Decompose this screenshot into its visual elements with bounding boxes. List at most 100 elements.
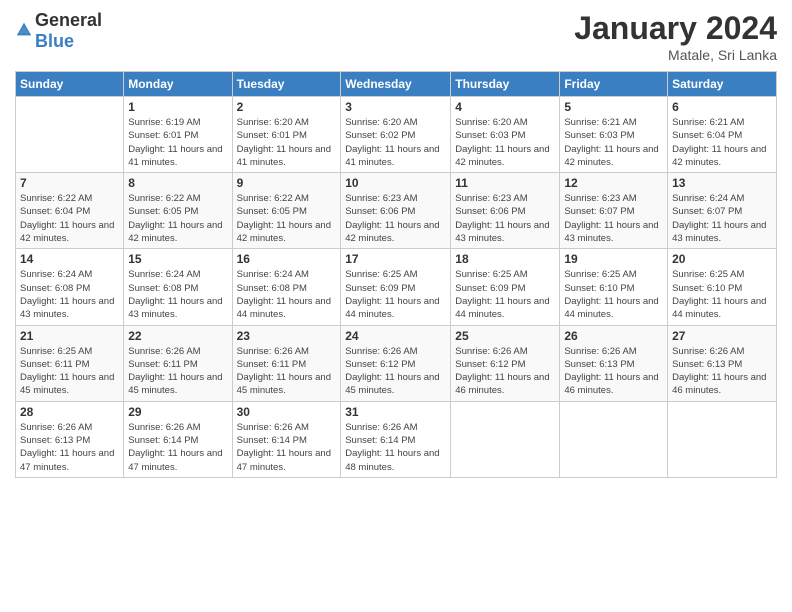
table-row: 5Sunrise: 6:21 AMSunset: 6:03 PMDaylight…: [560, 97, 668, 173]
day-number: 26: [564, 329, 663, 343]
day-info: Sunrise: 6:23 AMSunset: 6:07 PMDaylight:…: [564, 192, 663, 245]
day-number: 10: [345, 176, 446, 190]
table-row: 27 Sunrise: 6:26 AMSunset: 6:13 PMDayligh…: [668, 325, 777, 401]
table-row: 14 Sunrise: 6:24 AMSunset: 6:08 PMDayligh…: [16, 249, 124, 325]
day-number: 30: [237, 405, 337, 419]
table-row: 16 Sunrise: 6:24 AMSunset: 6:08 PMDayligh…: [232, 249, 341, 325]
table-row: 17 Sunrise: 6:25 AMSunset: 6:09 PMDayligh…: [341, 249, 451, 325]
table-row: [668, 401, 777, 477]
day-info: Sunrise: 6:26 AMSunset: 6:11 PMDaylight:…: [237, 345, 337, 398]
day-info: Sunrise: 6:26 AMSunset: 6:14 PMDaylight:…: [128, 421, 227, 474]
day-number: 28: [20, 405, 119, 419]
table-row: 24 Sunrise: 6:26 AMSunset: 6:12 PMDayligh…: [341, 325, 451, 401]
day-number: 24: [345, 329, 446, 343]
day-number: 27: [672, 329, 772, 343]
day-number: 22: [128, 329, 227, 343]
day-info: Sunrise: 6:24 AMSunset: 6:07 PMDaylight:…: [672, 192, 772, 245]
day-info: Sunrise: 6:25 AMSunset: 6:09 PMDaylight:…: [345, 268, 446, 321]
day-info: Sunrise: 6:25 AMSunset: 6:09 PMDaylight:…: [455, 268, 555, 321]
day-number: 23: [237, 329, 337, 343]
day-info: Sunrise: 6:26 AMSunset: 6:11 PMDaylight:…: [128, 345, 227, 398]
calendar-week-row: 7 Sunrise: 6:22 AMSunset: 6:04 PMDaylight…: [16, 173, 777, 249]
day-number: 9: [237, 176, 337, 190]
table-row: 31 Sunrise: 6:26 AMSunset: 6:14 PMDayligh…: [341, 401, 451, 477]
day-number: 4: [455, 100, 555, 114]
calendar-week-row: 21 Sunrise: 6:25 AMSunset: 6:11 PMDayligh…: [16, 325, 777, 401]
table-row: 13 Sunrise: 6:24 AMSunset: 6:07 PMDayligh…: [668, 173, 777, 249]
day-number: 21: [20, 329, 119, 343]
table-row: 6Sunrise: 6:21 AMSunset: 6:04 PMDaylight…: [668, 97, 777, 173]
day-number: 15: [128, 252, 227, 266]
table-row: 28 Sunrise: 6:26 AMSunset: 6:13 PMDayligh…: [16, 401, 124, 477]
header-monday: Monday: [124, 72, 232, 97]
table-row: 22 Sunrise: 6:26 AMSunset: 6:11 PMDayligh…: [124, 325, 232, 401]
day-info: Sunrise: 6:26 AMSunset: 6:13 PMDaylight:…: [672, 345, 772, 398]
day-info: Sunrise: 6:24 AMSunset: 6:08 PMDaylight:…: [128, 268, 227, 321]
day-info: Sunrise: 6:25 AMSunset: 6:10 PMDaylight:…: [564, 268, 663, 321]
table-row: 25Sunrise: 6:26 AMSunset: 6:12 PMDayligh…: [451, 325, 560, 401]
logo: General Blue: [15, 10, 102, 52]
header-wednesday: Wednesday: [341, 72, 451, 97]
day-info: Sunrise: 6:26 AMSunset: 6:12 PMDaylight:…: [345, 345, 446, 398]
table-row: 26 Sunrise: 6:26 AMSunset: 6:13 PMDayligh…: [560, 325, 668, 401]
table-row: 2 Sunrise: 6:20 AMSunset: 6:01 PMDaylight…: [232, 97, 341, 173]
day-info: Sunrise: 6:20 AMSunset: 6:03 PMDaylight:…: [455, 116, 555, 169]
day-info: Sunrise: 6:25 AMSunset: 6:11 PMDaylight:…: [20, 345, 119, 398]
table-row: 18Sunrise: 6:25 AMSunset: 6:09 PMDayligh…: [451, 249, 560, 325]
day-number: 20: [672, 252, 772, 266]
table-row: 20 Sunrise: 6:25 AMSunset: 6:10 PMDayligh…: [668, 249, 777, 325]
day-info: Sunrise: 6:22 AMSunset: 6:05 PMDaylight:…: [237, 192, 337, 245]
table-row: 23 Sunrise: 6:26 AMSunset: 6:11 PMDayligh…: [232, 325, 341, 401]
table-row: 30Sunrise: 6:26 AMSunset: 6:14 PMDayligh…: [232, 401, 341, 477]
table-row: [560, 401, 668, 477]
day-number: 1: [128, 100, 227, 114]
header-thursday: Thursday: [451, 72, 560, 97]
table-row: 1 Sunrise: 6:19 AMSunset: 6:01 PMDaylight…: [124, 97, 232, 173]
table-row: 3 Sunrise: 6:20 AMSunset: 6:02 PMDaylight…: [341, 97, 451, 173]
logo-blue: Blue: [35, 31, 74, 51]
day-number: 3: [345, 100, 446, 114]
subtitle: Matale, Sri Lanka: [574, 47, 777, 63]
header-sunday: Sunday: [16, 72, 124, 97]
day-info: Sunrise: 6:26 AMSunset: 6:14 PMDaylight:…: [345, 421, 446, 474]
table-row: [16, 97, 124, 173]
logo-icon: [15, 21, 33, 39]
logo-general: General: [35, 10, 102, 30]
day-number: 13: [672, 176, 772, 190]
header: General Blue January 2024 Matale, Sri La…: [15, 10, 777, 63]
day-number: 8: [128, 176, 227, 190]
day-info: Sunrise: 6:24 AMSunset: 6:08 PMDaylight:…: [20, 268, 119, 321]
day-info: Sunrise: 6:26 AMSunset: 6:13 PMDaylight:…: [20, 421, 119, 474]
day-number: 7: [20, 176, 119, 190]
day-info: Sunrise: 6:22 AMSunset: 6:04 PMDaylight:…: [20, 192, 119, 245]
table-row: 7 Sunrise: 6:22 AMSunset: 6:04 PMDaylight…: [16, 173, 124, 249]
table-row: 12Sunrise: 6:23 AMSunset: 6:07 PMDayligh…: [560, 173, 668, 249]
day-info: Sunrise: 6:25 AMSunset: 6:10 PMDaylight:…: [672, 268, 772, 321]
day-number: 29: [128, 405, 227, 419]
table-row: 15 Sunrise: 6:24 AMSunset: 6:08 PMDayligh…: [124, 249, 232, 325]
table-row: 8 Sunrise: 6:22 AMSunset: 6:05 PMDaylight…: [124, 173, 232, 249]
day-info: Sunrise: 6:24 AMSunset: 6:08 PMDaylight:…: [237, 268, 337, 321]
day-info: Sunrise: 6:19 AMSunset: 6:01 PMDaylight:…: [128, 116, 227, 169]
table-row: 10 Sunrise: 6:23 AMSunset: 6:06 PMDayligh…: [341, 173, 451, 249]
day-info: Sunrise: 6:20 AMSunset: 6:02 PMDaylight:…: [345, 116, 446, 169]
header-friday: Friday: [560, 72, 668, 97]
title-section: January 2024 Matale, Sri Lanka: [574, 10, 777, 63]
table-row: [451, 401, 560, 477]
day-info: Sunrise: 6:22 AMSunset: 6:05 PMDaylight:…: [128, 192, 227, 245]
day-number: 16: [237, 252, 337, 266]
header-tuesday: Tuesday: [232, 72, 341, 97]
day-number: 31: [345, 405, 446, 419]
day-number: 19: [564, 252, 663, 266]
day-number: 11: [455, 176, 555, 190]
logo-text: General Blue: [35, 10, 102, 52]
day-number: 17: [345, 252, 446, 266]
day-info: Sunrise: 6:26 AMSunset: 6:13 PMDaylight:…: [564, 345, 663, 398]
day-number: 14: [20, 252, 119, 266]
day-info: Sunrise: 6:26 AMSunset: 6:12 PMDaylight:…: [455, 345, 555, 398]
day-info: Sunrise: 6:23 AMSunset: 6:06 PMDaylight:…: [345, 192, 446, 245]
header-saturday: Saturday: [668, 72, 777, 97]
day-info: Sunrise: 6:23 AMSunset: 6:06 PMDaylight:…: [455, 192, 555, 245]
day-info: Sunrise: 6:20 AMSunset: 6:01 PMDaylight:…: [237, 116, 337, 169]
day-number: 2: [237, 100, 337, 114]
